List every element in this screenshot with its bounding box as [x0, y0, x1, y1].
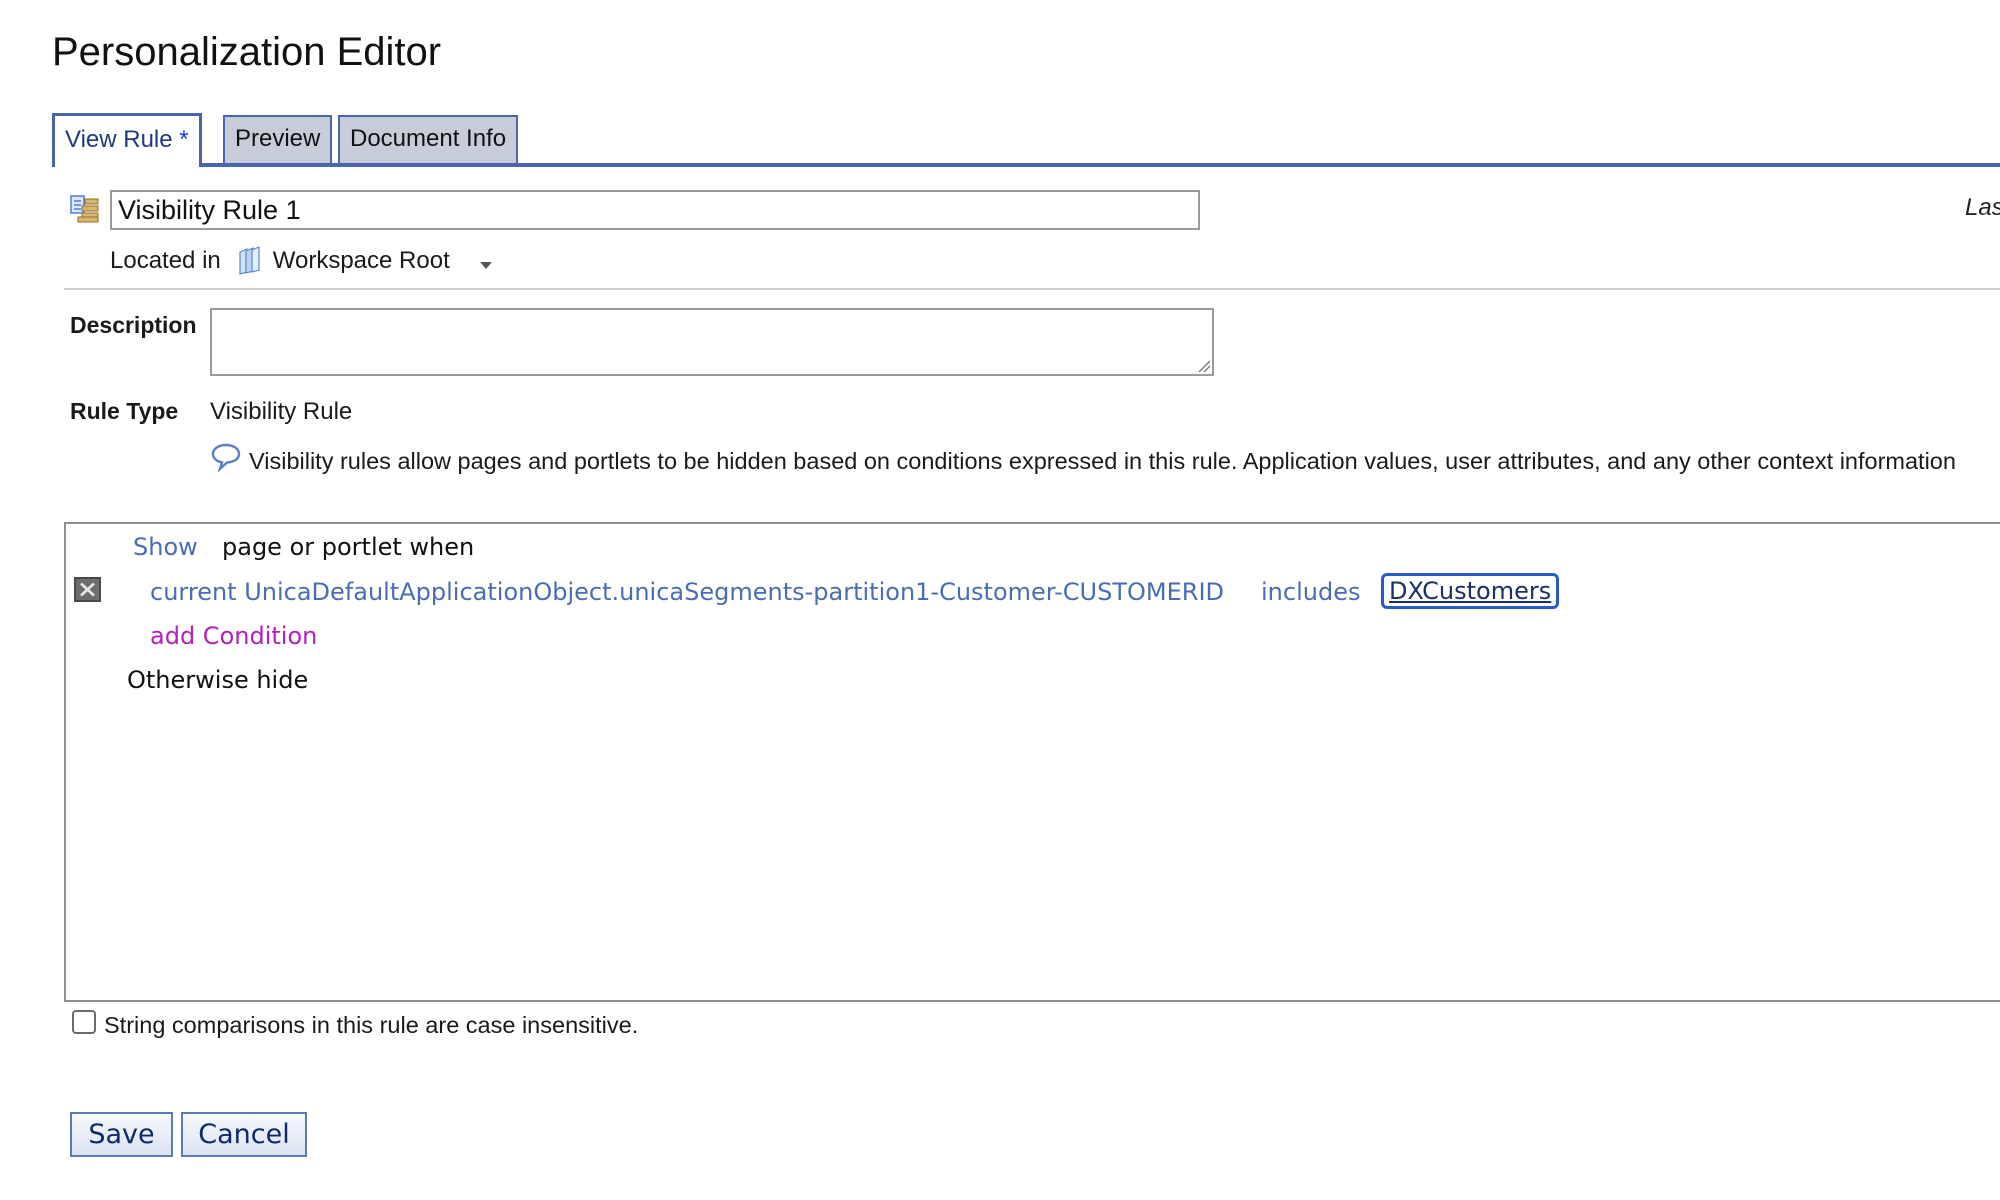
description-label: Description	[70, 312, 197, 338]
last-modified-label: Las	[1965, 194, 2000, 221]
location-name: Workspace Root	[272, 247, 450, 274]
section-divider	[64, 288, 2000, 290]
rule-type-value: Visibility Rule	[210, 398, 353, 425]
tab-preview[interactable]: Preview	[223, 115, 333, 163]
otherwise-text: Otherwise hide	[127, 666, 309, 694]
action-target-text: page or portlet when	[222, 533, 475, 561]
close-icon	[80, 582, 95, 597]
condition-value-link[interactable]: DXCustomers	[1381, 573, 1560, 609]
description-field[interactable]	[210, 308, 1214, 376]
tab-document-info[interactable]: Document Info	[338, 115, 519, 163]
tab-label: View Rule	[65, 126, 173, 153]
location-row: Located in Workspace Root	[110, 246, 494, 276]
resize-grip-icon[interactable]	[1195, 357, 1211, 373]
rule-type-label: Rule Type	[70, 398, 179, 424]
save-button[interactable]: Save	[70, 1112, 173, 1157]
show-action-link[interactable]: Show	[133, 533, 198, 561]
workspace-icon	[239, 246, 260, 275]
rule-document-icon	[70, 195, 99, 223]
remove-condition-button[interactable]	[74, 577, 101, 602]
modified-marker: *	[179, 126, 189, 153]
condition-attribute-link[interactable]: current UnicaDefaultApplicationObject.un…	[150, 578, 1224, 606]
case-insensitive-checkbox[interactable]	[72, 1010, 96, 1034]
tab-strip-line	[52, 163, 2000, 167]
location-dropdown-icon[interactable]	[478, 260, 494, 270]
location-link[interactable]: Workspace Root	[237, 246, 450, 276]
add-condition-link[interactable]: add Condition	[150, 622, 317, 650]
tab-label: Document Info	[350, 125, 507, 152]
case-insensitive-label: String comparisons in this rule are case…	[104, 1012, 639, 1038]
rule-name-input[interactable]	[110, 190, 1200, 230]
cancel-button[interactable]: Cancel	[181, 1112, 307, 1157]
page-title: Personalization Editor	[52, 30, 442, 74]
tab-view-rule[interactable]: View Rule *	[52, 113, 202, 167]
condition-operator-link[interactable]: includes	[1261, 578, 1360, 606]
located-in-label: Located in	[110, 247, 221, 274]
tab-label: Preview	[235, 125, 321, 152]
speech-bubble-icon	[211, 443, 241, 472]
rule-type-help-text: Visibility rules allow pages and portlet…	[249, 448, 1956, 474]
